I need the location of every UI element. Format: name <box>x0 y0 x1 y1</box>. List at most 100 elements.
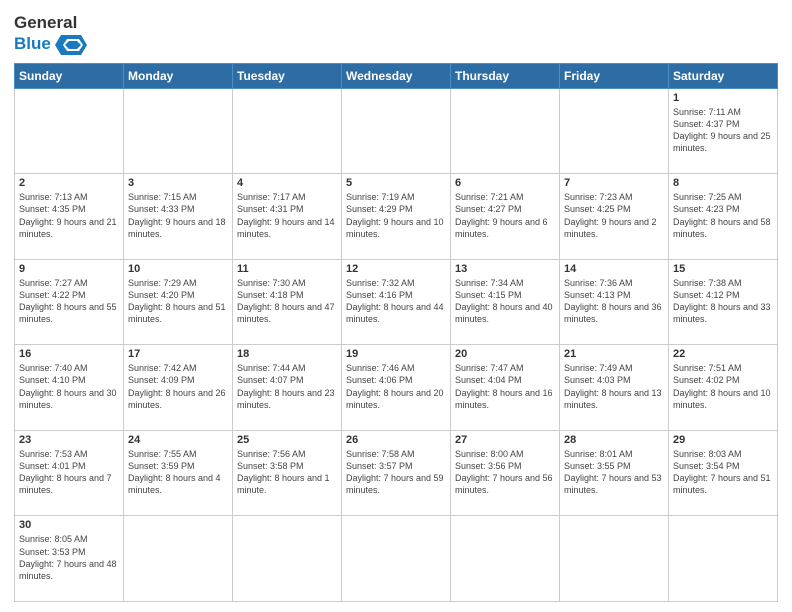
weekday-header-tuesday: Tuesday <box>233 63 342 88</box>
calendar-cell <box>451 516 560 602</box>
weekday-header-thursday: Thursday <box>451 63 560 88</box>
day-number: 8 <box>673 177 773 189</box>
calendar-cell: 12Sunrise: 7:32 AM Sunset: 4:16 PM Dayli… <box>342 259 451 345</box>
calendar-cell: 20Sunrise: 7:47 AM Sunset: 4:04 PM Dayli… <box>451 345 560 431</box>
day-info: Sunrise: 8:00 AM Sunset: 3:56 PM Dayligh… <box>455 448 555 497</box>
weekday-header-wednesday: Wednesday <box>342 63 451 88</box>
logo-general: General <box>14 14 87 33</box>
calendar-cell: 17Sunrise: 7:42 AM Sunset: 4:09 PM Dayli… <box>124 345 233 431</box>
calendar-week-row: 23Sunrise: 7:53 AM Sunset: 4:01 PM Dayli… <box>15 430 778 516</box>
day-info: Sunrise: 7:23 AM Sunset: 4:25 PM Dayligh… <box>564 191 664 240</box>
day-info: Sunrise: 7:58 AM Sunset: 3:57 PM Dayligh… <box>346 448 446 497</box>
calendar-cell <box>560 516 669 602</box>
day-info: Sunrise: 7:36 AM Sunset: 4:13 PM Dayligh… <box>564 277 664 326</box>
day-number: 10 <box>128 263 228 275</box>
day-info: Sunrise: 7:13 AM Sunset: 4:35 PM Dayligh… <box>19 191 119 240</box>
calendar-cell: 24 Sunrise: 7:55 AM Sunset: 3:59 PM Dayli… <box>124 430 233 516</box>
day-info: Sunrise: 7:25 AM Sunset: 4:23 PM Dayligh… <box>673 191 773 240</box>
day-info: Sunrise: 7:53 AM Sunset: 4:01 PM Dayligh… <box>19 448 119 497</box>
calendar-week-row: 30 Sunrise: 8:05 AM Sunset: 3:53 PM Dayli… <box>15 516 778 602</box>
page: General Blue SundayMondayTuesdayWednesda… <box>0 0 792 612</box>
day-number: 22 <box>673 348 773 360</box>
day-info: Sunrise: 7:51 AM Sunset: 4:02 PM Dayligh… <box>673 362 773 411</box>
weekday-header-sunday: Sunday <box>15 63 124 88</box>
day-number: 24 <box>128 434 228 446</box>
day-info: Sunrise: 7:19 AM Sunset: 4:29 PM Dayligh… <box>346 191 446 240</box>
day-info: Sunrise: 7:34 AM Sunset: 4:15 PM Dayligh… <box>455 277 555 326</box>
day-info: Sunrise: 7:21 AM Sunset: 4:27 PM Dayligh… <box>455 191 555 240</box>
weekday-header-friday: Friday <box>560 63 669 88</box>
day-number: 18 <box>237 348 337 360</box>
day-info: Sunrise: 7:30 AM Sunset: 4:18 PM Dayligh… <box>237 277 337 326</box>
day-number: 27 <box>455 434 555 446</box>
day-info: Sunrise: 8:03 AM Sunset: 3:54 PM Dayligh… <box>673 448 773 497</box>
day-number: 26 <box>346 434 446 446</box>
calendar-cell <box>15 88 124 174</box>
day-info: Sunrise: 7:42 AM Sunset: 4:09 PM Dayligh… <box>128 362 228 411</box>
day-info: Sunrise: 7:29 AM Sunset: 4:20 PM Dayligh… <box>128 277 228 326</box>
day-number: 2 <box>19 177 119 189</box>
day-number: 3 <box>128 177 228 189</box>
day-number: 28 <box>564 434 664 446</box>
day-number: 6 <box>455 177 555 189</box>
day-number: 13 <box>455 263 555 275</box>
calendar-cell: 1Sunrise: 7:11 AM Sunset: 4:37 PM Daylig… <box>669 88 778 174</box>
day-number: 30 <box>19 519 119 531</box>
calendar-cell: 9 Sunrise: 7:27 AM Sunset: 4:22 PM Daylig… <box>15 259 124 345</box>
calendar-cell: 27 Sunrise: 8:00 AM Sunset: 3:56 PM Dayli… <box>451 430 560 516</box>
calendar-cell: 7 Sunrise: 7:23 AM Sunset: 4:25 PM Daylig… <box>560 174 669 260</box>
calendar-cell <box>342 88 451 174</box>
calendar-cell: 19Sunrise: 7:46 AM Sunset: 4:06 PM Dayli… <box>342 345 451 431</box>
day-info: Sunrise: 7:27 AM Sunset: 4:22 PM Dayligh… <box>19 277 119 326</box>
calendar-week-row: 9 Sunrise: 7:27 AM Sunset: 4:22 PM Daylig… <box>15 259 778 345</box>
calendar-cell: 18Sunrise: 7:44 AM Sunset: 4:07 PM Dayli… <box>233 345 342 431</box>
day-number: 4 <box>237 177 337 189</box>
calendar-cell: 11 Sunrise: 7:30 AM Sunset: 4:18 PM Dayli… <box>233 259 342 345</box>
day-number: 7 <box>564 177 664 189</box>
calendar-cell <box>124 516 233 602</box>
logo-blue: Blue <box>14 35 51 54</box>
day-info: Sunrise: 7:46 AM Sunset: 4:06 PM Dayligh… <box>346 362 446 411</box>
calendar-cell: 15Sunrise: 7:38 AM Sunset: 4:12 PM Dayli… <box>669 259 778 345</box>
calendar-cell <box>560 88 669 174</box>
day-info: Sunrise: 7:47 AM Sunset: 4:04 PM Dayligh… <box>455 362 555 411</box>
day-number: 14 <box>564 263 664 275</box>
day-info: Sunrise: 8:05 AM Sunset: 3:53 PM Dayligh… <box>19 533 119 582</box>
calendar-cell: 3 Sunrise: 7:15 AM Sunset: 4:33 PM Daylig… <box>124 174 233 260</box>
calendar-cell: 16 Sunrise: 7:40 AM Sunset: 4:10 PM Dayli… <box>15 345 124 431</box>
day-number: 29 <box>673 434 773 446</box>
day-info: Sunrise: 7:40 AM Sunset: 4:10 PM Dayligh… <box>19 362 119 411</box>
day-info: Sunrise: 7:55 AM Sunset: 3:59 PM Dayligh… <box>128 448 228 497</box>
calendar-table: SundayMondayTuesdayWednesdayThursdayFrid… <box>14 63 778 602</box>
calendar-cell: 22 Sunrise: 7:51 AM Sunset: 4:02 PM Dayli… <box>669 345 778 431</box>
calendar-cell: 26 Sunrise: 7:58 AM Sunset: 3:57 PM Dayli… <box>342 430 451 516</box>
calendar-cell: 13 Sunrise: 7:34 AM Sunset: 4:15 PM Dayli… <box>451 259 560 345</box>
calendar-cell: 21Sunrise: 7:49 AM Sunset: 4:03 PM Dayli… <box>560 345 669 431</box>
calendar-cell <box>451 88 560 174</box>
day-info: Sunrise: 7:17 AM Sunset: 4:31 PM Dayligh… <box>237 191 337 240</box>
calendar-cell <box>342 516 451 602</box>
calendar-cell: 2 Sunrise: 7:13 AM Sunset: 4:35 PM Daylig… <box>15 174 124 260</box>
header: General Blue <box>14 10 778 57</box>
calendar-week-row: 1Sunrise: 7:11 AM Sunset: 4:37 PM Daylig… <box>15 88 778 174</box>
day-number: 11 <box>237 263 337 275</box>
day-number: 12 <box>346 263 446 275</box>
calendar-cell <box>124 88 233 174</box>
day-number: 16 <box>19 348 119 360</box>
day-number: 9 <box>19 263 119 275</box>
calendar-cell: 25Sunrise: 7:56 AM Sunset: 3:58 PM Dayli… <box>233 430 342 516</box>
day-info: Sunrise: 7:49 AM Sunset: 4:03 PM Dayligh… <box>564 362 664 411</box>
day-info: Sunrise: 7:38 AM Sunset: 4:12 PM Dayligh… <box>673 277 773 326</box>
day-number: 1 <box>673 92 773 104</box>
calendar-cell: 23Sunrise: 7:53 AM Sunset: 4:01 PM Dayli… <box>15 430 124 516</box>
day-info: Sunrise: 7:15 AM Sunset: 4:33 PM Dayligh… <box>128 191 228 240</box>
calendar-week-row: 16 Sunrise: 7:40 AM Sunset: 4:10 PM Dayli… <box>15 345 778 431</box>
day-number: 25 <box>237 434 337 446</box>
calendar-cell: 30 Sunrise: 8:05 AM Sunset: 3:53 PM Dayli… <box>15 516 124 602</box>
calendar-cell: 6 Sunrise: 7:21 AM Sunset: 4:27 PM Daylig… <box>451 174 560 260</box>
calendar-week-row: 2 Sunrise: 7:13 AM Sunset: 4:35 PM Daylig… <box>15 174 778 260</box>
calendar-header-row: SundayMondayTuesdayWednesdayThursdayFrid… <box>15 63 778 88</box>
weekday-header-monday: Monday <box>124 63 233 88</box>
calendar-cell: 28Sunrise: 8:01 AM Sunset: 3:55 PM Dayli… <box>560 430 669 516</box>
calendar-cell <box>669 516 778 602</box>
